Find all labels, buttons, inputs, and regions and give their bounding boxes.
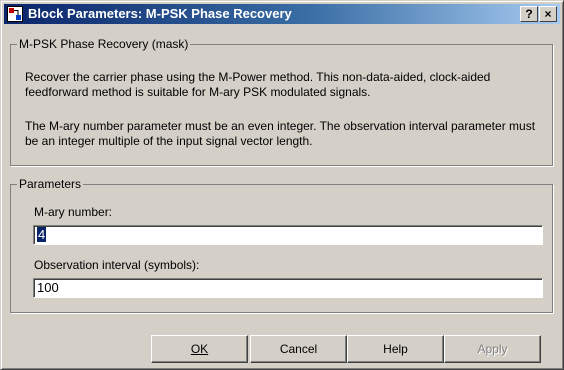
- mask-requirements-text: The M-ary number parameter must be an ev…: [25, 119, 536, 148]
- close-button[interactable]: ×: [539, 6, 557, 22]
- observation-interval-label: Observation interval (symbols):: [34, 258, 200, 272]
- mask-description-text: Recover the carrier phase using the M-Po…: [25, 70, 491, 99]
- ok-button-label: OK: [190, 342, 209, 356]
- block-parameters-dialog: Block Parameters: M-PSK Phase Recovery ?…: [0, 0, 564, 370]
- cancel-button[interactable]: Cancel: [250, 335, 347, 363]
- window-title: Block Parameters: M-PSK Phase Recovery: [28, 6, 292, 21]
- ok-button[interactable]: OK: [151, 335, 248, 363]
- title-bar[interactable]: Block Parameters: M-PSK Phase Recovery ?…: [4, 4, 560, 24]
- observation-interval-input[interactable]: 100: [33, 278, 543, 298]
- help-button[interactable]: Help: [347, 335, 444, 363]
- m-ary-number-value: 4: [37, 227, 47, 242]
- parameters-group-title: Parameters: [19, 177, 82, 191]
- context-help-button[interactable]: ?: [520, 6, 538, 22]
- mask-group-title: M-PSK Phase Recovery (mask): [19, 37, 189, 51]
- simulink-block-icon: [7, 6, 23, 22]
- apply-button[interactable]: Apply: [444, 335, 541, 363]
- m-ary-number-label: M-ary number:: [34, 205, 113, 219]
- m-ary-number-input[interactable]: 4: [33, 225, 543, 245]
